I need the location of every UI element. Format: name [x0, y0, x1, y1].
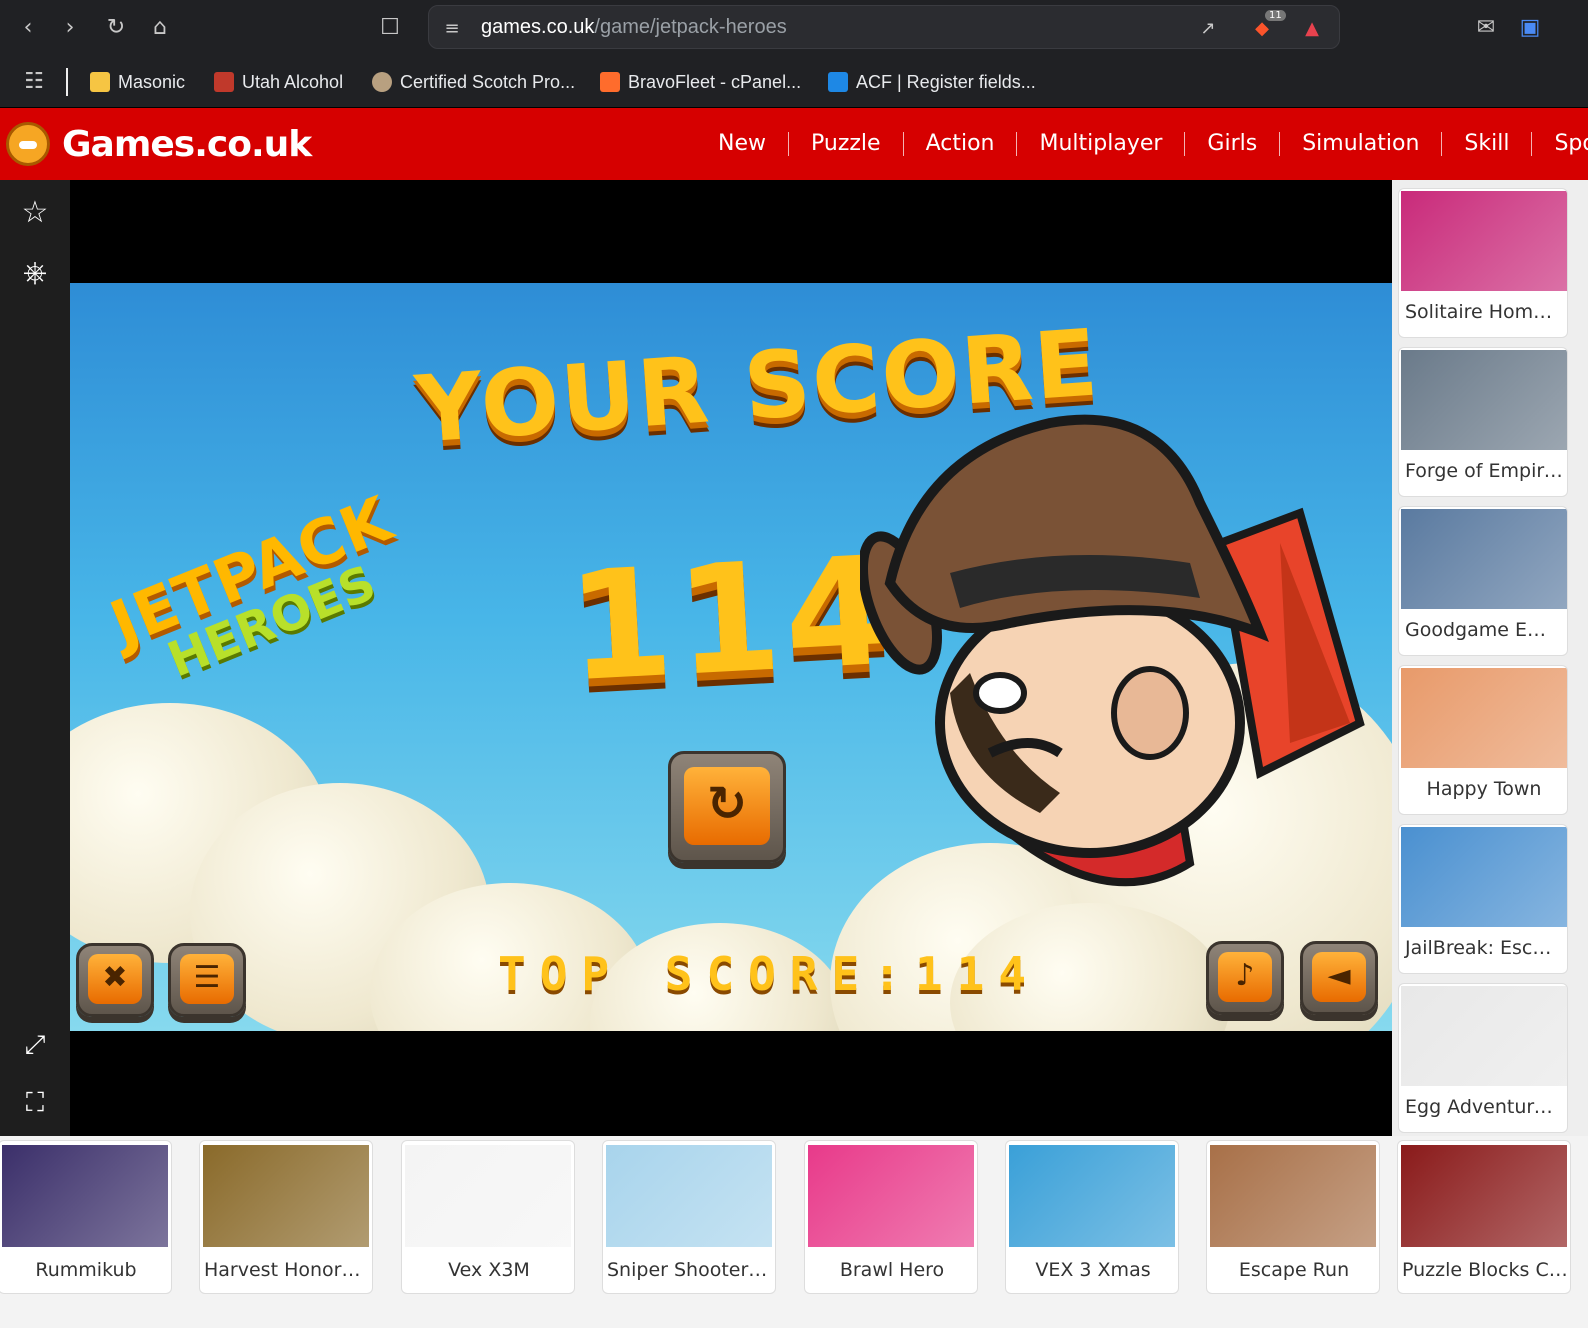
url-text[interactable]: games.co.uk/game/jetpack-heroes [481, 16, 787, 39]
share-icon[interactable]: ↗ [1195, 16, 1221, 42]
bookmark-divider [66, 68, 68, 96]
menu-button[interactable]: ☰ [168, 943, 246, 1017]
game-thumbnail [2, 1145, 168, 1247]
game-card-vex-3-xmas[interactable]: VEX 3 Xmas [1005, 1140, 1179, 1294]
back-icon[interactable]: ‹ [12, 12, 44, 44]
nav-girls[interactable]: Girls [1185, 132, 1281, 156]
game-thumbnail [405, 1145, 571, 1247]
sound-toggle-button[interactable]: ◄ [1300, 941, 1378, 1015]
forward-icon[interactable]: › [54, 12, 86, 44]
game-card-brawl-hero[interactable]: Brawl Hero [804, 1140, 978, 1294]
bookmark-utah-alcohol[interactable]: Utah Alcohol [214, 68, 343, 96]
bookmarks-bar: ☷ Masonic Utah Alcohol Certified Scotch … [0, 56, 1588, 108]
game-thumbnail [808, 1145, 974, 1247]
mail-icon[interactable]: ✉ [1470, 12, 1502, 44]
game-thumbnail [1401, 668, 1567, 768]
category-nav: New Puzzle Action Multiplayer Girls Simu… [696, 108, 1588, 180]
game-card-forge-of-empires[interactable]: Forge of Empires [1398, 347, 1568, 497]
folder-icon [90, 72, 110, 92]
game-card-puzzle-blocks[interactable]: Puzzle Blocks Cl... [1397, 1140, 1571, 1294]
game-card-jailbreak-escape[interactable]: JailBreak: Escap... [1398, 824, 1568, 974]
more-games-row: Rummikub Harvest Honors Cl... Vex X3M Sn… [0, 1136, 1588, 1328]
apps-grid-icon[interactable]: ☷ [18, 66, 50, 98]
bookmark-masonic[interactable]: Masonic [90, 68, 185, 96]
game-thumbnail [1401, 986, 1567, 1086]
nav-multiplayer[interactable]: Multiplayer [1017, 132, 1186, 156]
game-thumbnail [606, 1145, 772, 1247]
game-card-goodgame-empire[interactable]: Goodgame Empi... [1398, 506, 1568, 656]
game-card-rummikub[interactable]: Rummikub [0, 1140, 172, 1294]
replay-icon: ↻ [684, 766, 770, 846]
score-value: 114 [563, 524, 898, 716]
acf-favicon [828, 72, 848, 92]
nav-action[interactable]: Action [904, 132, 1018, 156]
seal-favicon [372, 72, 392, 92]
game-card-escape-run[interactable]: Escape Run [1206, 1140, 1380, 1294]
browser-toolbar: ‹ › ↻ ⌂ ☐ ≡ games.co.uk/game/jetpack-her… [0, 0, 1588, 56]
top-score: TOP SCORE:114 [498, 947, 1041, 1001]
game-thumbnail [1009, 1145, 1175, 1247]
game-thumbnail [1210, 1145, 1376, 1247]
site-favicon [214, 72, 234, 92]
gamepad-icon[interactable]: ⎈ [14, 252, 56, 294]
game-thumbnail [1401, 350, 1567, 450]
bookmark-certified-scotch[interactable]: Certified Scotch Pro... [372, 68, 575, 96]
nav-sports[interactable]: Sports [1532, 132, 1588, 156]
game-logo: JETPACK HEROES [100, 481, 403, 689]
game-frame[interactable]: JETPACK HEROES YOUR SCORE 114 ↻ TOP SCOR… [70, 180, 1392, 1136]
music-toggle-button[interactable]: ♪ [1206, 941, 1284, 1015]
game-card-solitaire-home-story[interactable]: Solitaire Home S... [1398, 188, 1568, 338]
nav-skill[interactable]: Skill [1442, 132, 1533, 156]
shrink-arrows-icon: ✖ [87, 954, 143, 1005]
bitwarden-icon[interactable]: ▣ [1514, 12, 1546, 44]
brave-rewards-icon[interactable]: ▲ [1299, 16, 1325, 42]
game-thumbnail [203, 1145, 369, 1247]
bookmark-bravofleet[interactable]: BravoFleet - cPanel... [600, 68, 801, 96]
nav-puzzle[interactable]: Puzzle [789, 132, 904, 156]
exit-fullscreen-button[interactable]: ✖ [76, 943, 154, 1017]
site-header: Games.co.uk New Puzzle Action Multiplaye… [0, 108, 1588, 180]
bookmark-acf[interactable]: ACF | Register fields... [828, 68, 1036, 96]
site-logo[interactable]: Games.co.uk [62, 124, 312, 165]
nav-new[interactable]: New [696, 132, 789, 156]
game-card-happy-town[interactable]: Happy Town [1398, 665, 1568, 815]
fullscreen-icon[interactable]: ⛶ [14, 1082, 56, 1124]
game-card-egg-adventure-2[interactable]: Egg Adventure 2 [1398, 983, 1568, 1133]
home-icon[interactable]: ⌂ [144, 12, 176, 44]
hero-character [860, 414, 1365, 887]
logo-mascot-icon[interactable] [6, 122, 50, 166]
game-thumbnail [1401, 509, 1567, 609]
related-games-sidebar: Solitaire Home S... Forge of Empires Goo… [1392, 180, 1588, 1136]
bookmark-icon[interactable]: ☐ [374, 12, 406, 44]
game-card-vex-x3m[interactable]: Vex X3M [401, 1140, 575, 1294]
game-card-harvest-honors[interactable]: Harvest Honors Cl... [199, 1140, 373, 1294]
cpanel-favicon [600, 72, 620, 92]
game-canvas[interactable]: JETPACK HEROES YOUR SCORE 114 ↻ TOP SCOR… [70, 283, 1392, 1031]
shield-count-badge: 11 [1265, 10, 1286, 21]
address-bar[interactable]: ≡ games.co.uk/game/jetpack-heroes ↗ ◆ 11… [428, 5, 1340, 49]
game-thumbnail [1401, 1145, 1567, 1247]
menu-list-icon: ☰ [179, 954, 235, 1005]
site-settings-icon[interactable]: ≡ [439, 16, 465, 42]
speaker-icon: ◄ [1311, 952, 1367, 1003]
game-card-sniper-shooter-3d[interactable]: Sniper Shooter 3D [602, 1140, 776, 1294]
nav-simulation[interactable]: Simulation [1280, 132, 1443, 156]
expand-icon[interactable]: ⤢ [14, 1024, 56, 1066]
favorite-star-icon[interactable]: ☆ [14, 192, 56, 234]
game-thumbnail [1401, 191, 1567, 291]
reload-icon[interactable]: ↻ [100, 12, 132, 44]
game-tools-rail: ☆ ⎈ ⤢ ⛶ [0, 180, 70, 1136]
replay-button[interactable]: ↻ [668, 751, 786, 863]
game-thumbnail [1401, 827, 1567, 927]
music-note-icon: ♪ [1217, 952, 1273, 1003]
